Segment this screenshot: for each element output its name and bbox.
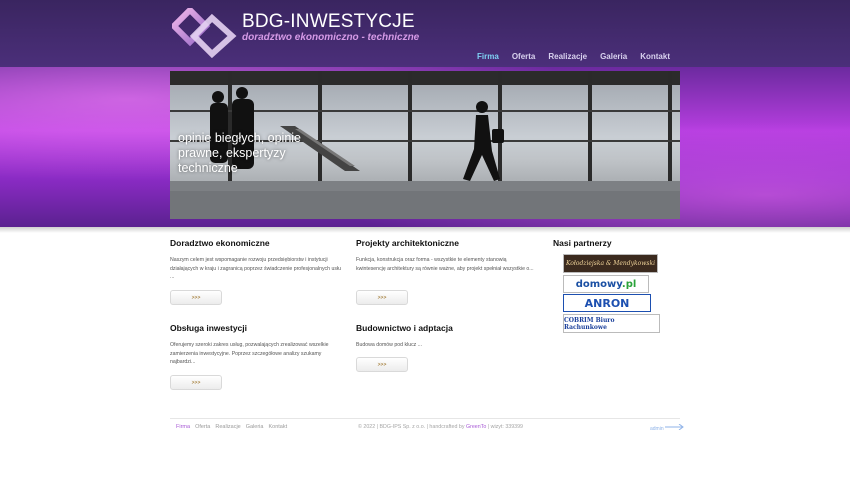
arrow-right-icon (665, 423, 684, 431)
main-nav: Firma Oferta Realizacje Galeria Kontakt (477, 52, 670, 61)
copyright-text: © 2022 | BDG-IPS Sp. z o.o. | handcrafte… (358, 424, 465, 430)
footer-nav-realizacje[interactable]: Realizacje (215, 424, 240, 430)
section-text: Budowa domów pod klucz ... (356, 342, 423, 348)
footer-nav-firma[interactable]: Firma (176, 424, 190, 430)
company-logo[interactable] (172, 8, 238, 58)
hero-image: opinie biegłych, opinie prawne, eksperty… (170, 71, 680, 219)
partner-logo-text: domowy.pl (575, 278, 637, 290)
footer-nav-kontakt[interactable]: Kontakt (268, 424, 287, 430)
section-title: Projekty architektoniczne (356, 238, 459, 248)
section-text: Funkcja, konstrukcja oraz forma - wszyst… (356, 257, 534, 272)
admin-label: admin (650, 426, 664, 432)
footer-nav-oferta[interactable]: Oferta (195, 424, 210, 430)
partner-logo-kolodziejska[interactable]: Kołodziejska & Mendykowski (563, 254, 658, 273)
partner-logo-text: Kołodziejska & Mendykowski (565, 260, 656, 267)
section-text: Oferujemy szeroki zakres usług, pozwalaj… (170, 342, 329, 365)
section-obsluga: Obsługa inwestycji Oferujemy szeroki zak… (170, 323, 345, 367)
hero-caption: opinie biegłych, opinie prawne, eksperty… (178, 131, 302, 175)
brand-subtitle: doradztwo ekonomiczno - techniczne (242, 32, 420, 43)
admin-link[interactable]: admin (650, 423, 685, 432)
partners-title: Nasi partnerzy (553, 238, 612, 248)
partner-logo-domowy[interactable]: domowy.pl (563, 275, 649, 293)
partner-logo-text: COBRIM Biuro Rachunkowe (564, 316, 615, 331)
read-more-button[interactable]: >>> (170, 375, 222, 390)
nav-item-realizacje[interactable]: Realizacje (548, 52, 587, 61)
footer-nav: Firma Oferta Realizacje Galeria Kontakt (176, 424, 287, 430)
section-title: Budownictwo i adptacja (356, 323, 453, 333)
footer-copyright: © 2022 | BDG-IPS Sp. z o.o. | handcrafte… (358, 424, 523, 430)
partner-logo-anron[interactable]: ANRON (563, 294, 651, 312)
partner-logo-cobrim[interactable]: COBRIM Biuro Rachunkowe (563, 314, 660, 333)
section-text: Naszym celem jest wspomaganie rozwoju pr… (170, 257, 341, 280)
section-title: Obsługa inwestycji (170, 323, 247, 333)
section-doradztwo: Doradztwo ekonomiczne Naszym celem jest … (170, 238, 345, 282)
nav-item-firma[interactable]: Firma (477, 52, 499, 61)
crafter-link[interactable]: GreenTo (466, 424, 486, 430)
brand-title: BDG-INWESTYCJE (242, 11, 415, 32)
footer-divider (170, 418, 680, 419)
read-more-button[interactable]: >>> (170, 290, 222, 305)
nav-item-kontakt[interactable]: Kontakt (640, 52, 670, 61)
read-more-button[interactable]: >>> (356, 357, 408, 372)
section-projekty: Projekty architektoniczne Funkcja, konst… (356, 238, 536, 273)
visit-counter: | wizyt: 339399 (487, 424, 524, 430)
footer-nav-galeria[interactable]: Galeria (246, 424, 264, 430)
nav-item-galeria[interactable]: Galeria (600, 52, 627, 61)
site-header: BDG-INWESTYCJE doradztwo ekonomiczno - t… (0, 0, 850, 67)
partner-logo-text: ANRON (584, 296, 630, 310)
section-title: Doradztwo ekonomiczne (170, 238, 270, 248)
nav-item-oferta[interactable]: Oferta (512, 52, 536, 61)
section-budownictwo: Budownictwo i adptacja Budowa domów pod … (356, 323, 536, 350)
read-more-button[interactable]: >>> (356, 290, 408, 305)
